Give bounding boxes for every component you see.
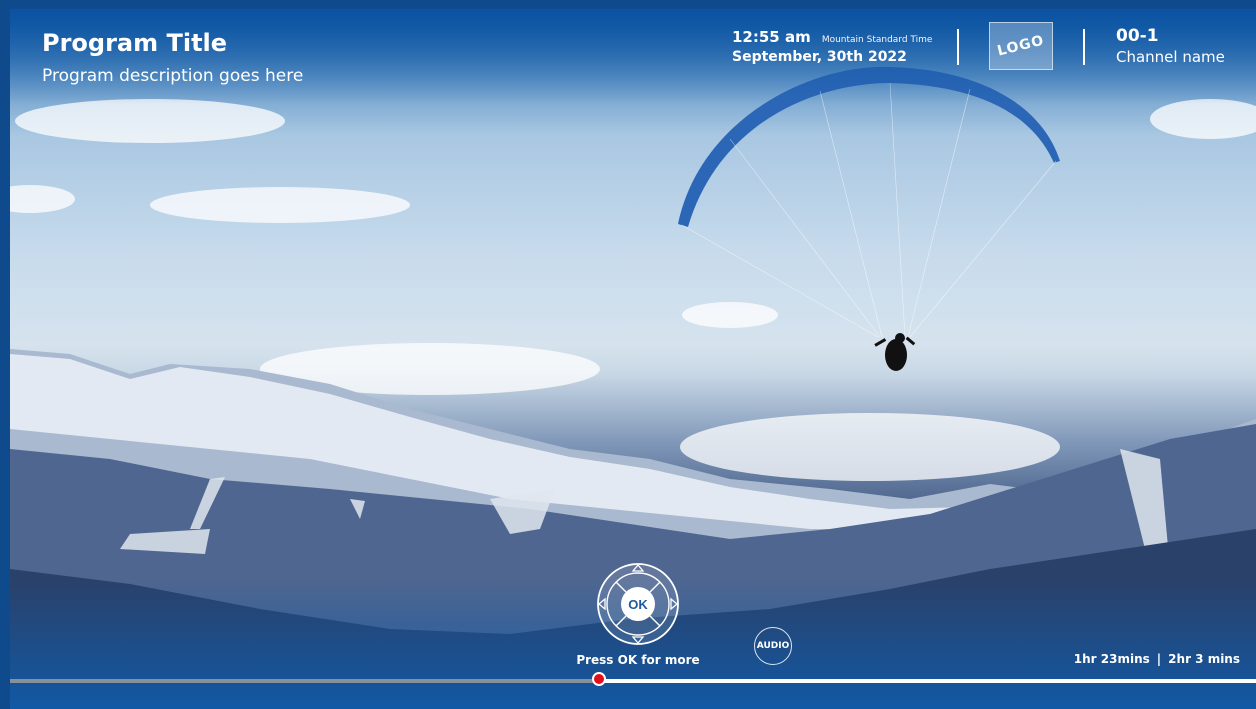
clock: 12:55 am Mountain Standard Time Septembe… — [732, 27, 932, 65]
ok-label: OK — [628, 597, 648, 612]
channel-name: Channel name — [1116, 48, 1225, 66]
audio-button[interactable]: AUDIO — [754, 627, 792, 665]
duration-separator: | — [1156, 652, 1162, 666]
clock-time: 12:55 am — [732, 28, 811, 46]
logo-text: LOGO — [995, 32, 1047, 60]
audio-icon: AUDIO — [756, 641, 790, 651]
header-divider — [957, 29, 959, 65]
paraglider-lines — [681, 82, 1057, 338]
program-description: Program description goes here — [42, 66, 304, 86]
ok-dpad-icon: OK — [597, 563, 679, 645]
video-player: Program Title Program description goes h… — [10, 9, 1256, 709]
program-title: Program Title — [42, 29, 228, 57]
press-ok-hint: Press OK for more — [576, 653, 700, 667]
channel-info: 00-1 Channel name — [1116, 26, 1225, 66]
channel-logo: LOGO — [989, 22, 1053, 70]
ok-dpad-control[interactable]: OK — [596, 562, 680, 646]
progress-bar[interactable] — [10, 672, 1256, 686]
total-time: 2hr 3 mins — [1168, 652, 1240, 666]
duration-display: 1hr 23mins | 2hr 3 mins — [1074, 652, 1240, 666]
channel-number: 00-1 — [1116, 26, 1159, 46]
header-divider — [1083, 29, 1085, 65]
elapsed-time: 1hr 23mins — [1073, 652, 1150, 666]
clock-timezone: Mountain Standard Time — [821, 35, 933, 45]
progress-watched — [10, 679, 600, 683]
paraglider-pilot — [874, 333, 916, 371]
clock-date: September, 30th 2022 — [732, 49, 907, 65]
